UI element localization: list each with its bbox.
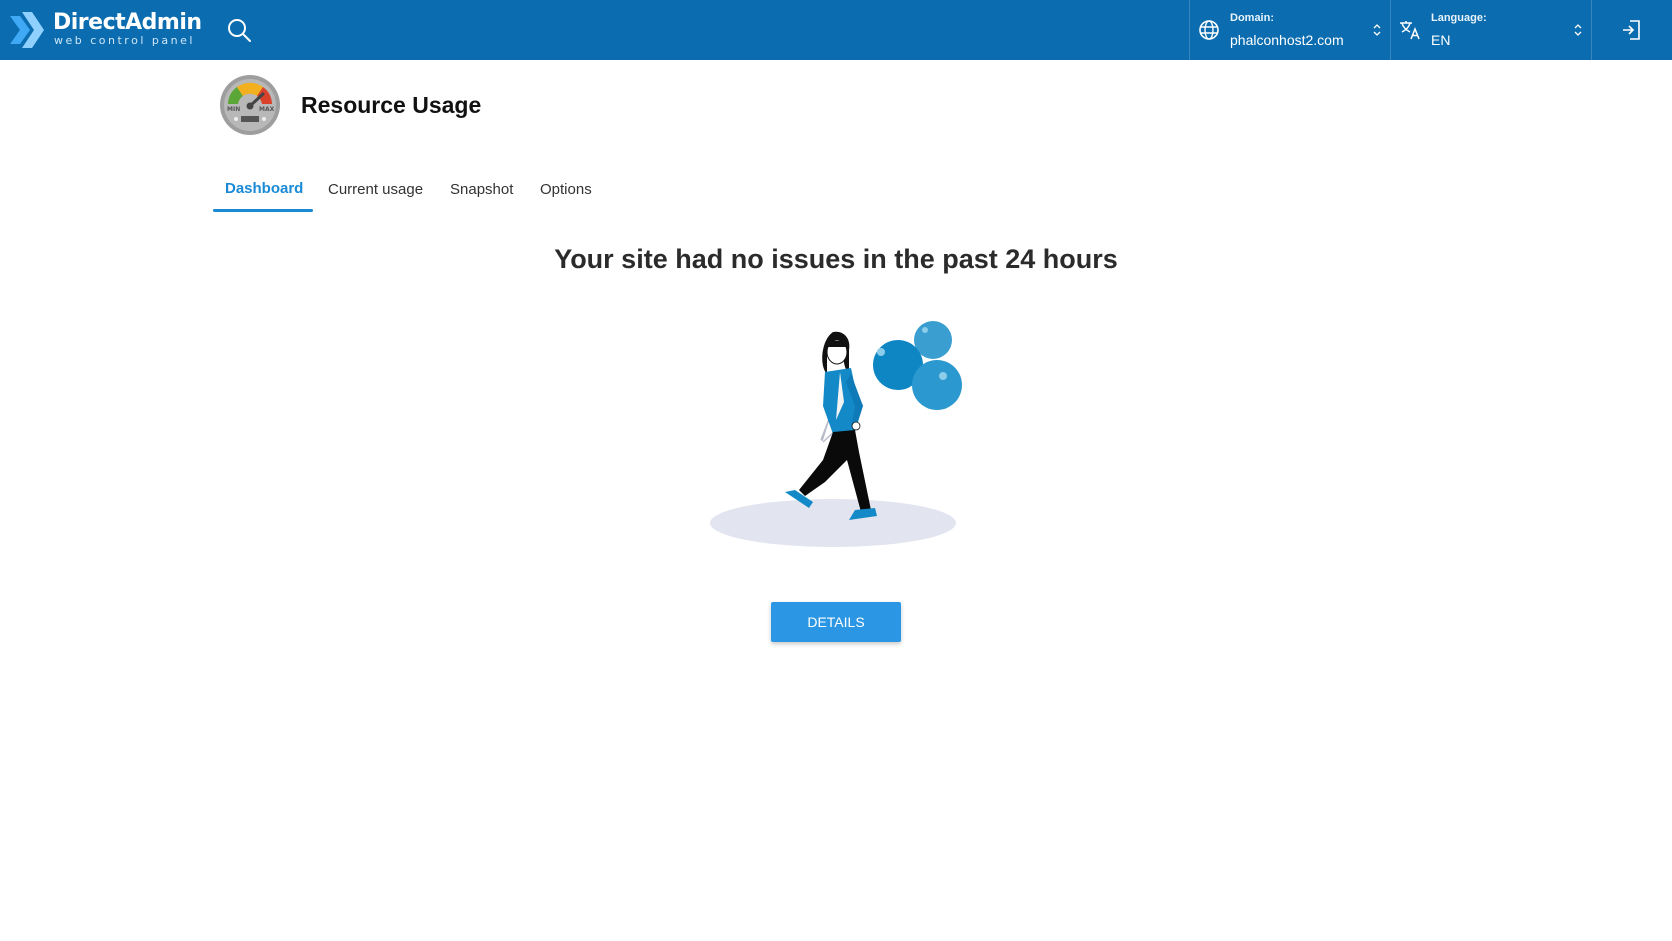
details-button[interactable]: DETAILS bbox=[771, 602, 901, 642]
search-button[interactable] bbox=[226, 17, 254, 45]
chevron-updown-icon bbox=[1574, 24, 1582, 36]
domain-label: Domain: bbox=[1230, 12, 1274, 24]
directadmin-logo[interactable]: DirectAdmin web control panel bbox=[10, 8, 202, 52]
woman-with-balloons-illustration bbox=[710, 321, 962, 547]
logo-title: DirectAdmin bbox=[53, 10, 202, 35]
logo-chevron-icon bbox=[10, 12, 44, 48]
status-headline: Your site had no issues in the past 24 h… bbox=[554, 244, 1118, 274]
top-bar: DirectAdmin web control panel Domain: ph… bbox=[0, 0, 1672, 60]
tab-label: Options bbox=[540, 181, 592, 198]
tab-label: Dashboard bbox=[225, 180, 304, 197]
logout-icon bbox=[1623, 20, 1640, 40]
page-title: Resource Usage bbox=[301, 92, 482, 118]
chevron-updown-icon bbox=[1373, 24, 1381, 36]
language-selector[interactable]: Language: EN bbox=[1390, 0, 1591, 60]
gauge-min-label: MIN bbox=[227, 106, 240, 113]
logo-subtitle: web control panel bbox=[54, 34, 195, 47]
tab-label: Current usage bbox=[328, 181, 424, 198]
tab-current-usage[interactable]: Current usage bbox=[328, 172, 428, 212]
gauge-max-label: MAX bbox=[259, 106, 275, 113]
search-icon bbox=[228, 19, 251, 42]
language-value: EN bbox=[1431, 32, 1451, 48]
tab-dashboard[interactable]: Dashboard bbox=[213, 172, 313, 212]
globe-icon bbox=[1199, 20, 1219, 40]
domain-value: phalconhost2.com bbox=[1230, 32, 1344, 48]
tab-options[interactable]: Options bbox=[540, 172, 600, 212]
translate-icon bbox=[1400, 21, 1420, 40]
gauge-icon: MIN MAX bbox=[220, 75, 280, 135]
logout-button[interactable] bbox=[1591, 0, 1672, 60]
tab-bar: Dashboard Current usage Snapshot Options bbox=[213, 172, 633, 212]
language-label: Language: bbox=[1431, 12, 1487, 24]
domain-selector[interactable]: Domain: phalconhost2.com bbox=[1189, 0, 1390, 60]
tab-snapshot[interactable]: Snapshot bbox=[450, 172, 520, 212]
tab-label: Snapshot bbox=[450, 181, 514, 198]
